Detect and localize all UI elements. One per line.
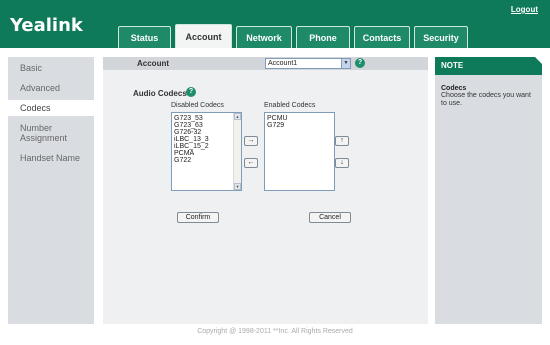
list-item[interactable]: G723_63 <box>172 122 241 129</box>
chevron-down-icon[interactable]: ▼ <box>341 59 350 68</box>
sidebar-item-handset-name[interactable]: Handset Name <box>20 153 80 163</box>
codecs-help-icon[interactable]: ? <box>186 87 196 97</box>
account-help-icon[interactable]: ? <box>355 58 365 68</box>
tab-contacts[interactable]: Contacts <box>354 26 410 48</box>
list-item[interactable]: iLBC_15_2 <box>172 143 241 150</box>
enabled-codecs-list[interactable]: PCMU G729 <box>264 112 335 191</box>
account-select-value: Account1 <box>268 60 298 67</box>
scroll-down-icon[interactable]: ▼ <box>234 183 241 190</box>
audio-codecs-title: Audio Codecs <box>133 89 187 98</box>
footer-copyright: Copyright @ 1998-2011 **Inc. All Rights … <box>197 328 353 335</box>
account-label: Account <box>137 59 169 68</box>
disabled-codecs-list[interactable]: G723_53 G723_63 G726-32 iLBC_13_3 iLBC_1… <box>171 112 242 191</box>
sidebar-item-advanced[interactable]: Advanced <box>20 83 60 93</box>
top-header: Yealink Logout Status Account Network Ph… <box>0 0 550 48</box>
disabled-list-scrollbar[interactable]: ▲ ▼ <box>233 113 241 190</box>
move-right-button[interactable]: → <box>244 136 258 146</box>
note-corner-fold <box>535 57 542 64</box>
note-title: Codecs <box>441 85 467 92</box>
tab-security[interactable]: Security <box>414 26 468 48</box>
enabled-codecs-items: PCMU G729 <box>265 113 334 129</box>
yealink-logo: Yealink <box>10 15 83 36</box>
tab-status[interactable]: Status <box>118 26 171 48</box>
sidebar: Basic Advanced Codecs Number Assignment … <box>8 57 94 324</box>
sidebar-item-number-assignment[interactable]: Number Assignment <box>20 123 90 143</box>
list-item[interactable]: G729 <box>265 122 334 129</box>
cancel-button[interactable]: Cancel <box>309 212 351 223</box>
disabled-codecs-items: G723_53 G723_63 G726-32 iLBC_13_3 iLBC_1… <box>172 113 241 164</box>
enabled-codecs-label: Enabled Codecs <box>264 102 316 109</box>
main-tabs: Status Account Network Phone Contacts Se… <box>118 24 472 48</box>
list-item[interactable]: G726-32 <box>172 129 241 136</box>
tab-network[interactable]: Network <box>236 26 292 48</box>
tab-account[interactable]: Account <box>175 24 232 48</box>
note-panel: NOTE Codecs Choose the codecs you want t… <box>435 57 542 324</box>
list-item[interactable]: iLBC_13_3 <box>172 136 241 143</box>
list-item[interactable]: G722 <box>172 157 241 164</box>
scroll-up-icon[interactable]: ▲ <box>234 113 241 120</box>
note-header: NOTE <box>435 57 542 75</box>
move-up-button[interactable]: ↑ <box>335 136 349 146</box>
list-item[interactable]: PCMA <box>172 150 241 157</box>
move-left-button[interactable]: ← <box>244 158 258 168</box>
disabled-codecs-label: Disabled Codecs <box>171 102 224 109</box>
logout-link[interactable]: Logout <box>511 5 538 14</box>
list-item[interactable]: PCMU <box>265 115 334 122</box>
tab-phone[interactable]: Phone <box>296 26 350 48</box>
confirm-button[interactable]: Confirm <box>177 212 219 223</box>
sidebar-item-codecs[interactable]: Codecs <box>8 100 94 116</box>
account-bar: Account Account1 ▼ ? <box>103 57 428 70</box>
account-select[interactable]: Account1 ▼ <box>265 58 351 69</box>
list-item[interactable]: G723_53 <box>172 115 241 122</box>
sidebar-item-basic[interactable]: Basic <box>20 63 42 73</box>
main-panel: Account Account1 ▼ ? Audio Codecs ? Disa… <box>103 57 428 324</box>
note-text: Choose the codecs you want to use. <box>441 92 531 107</box>
move-down-button[interactable]: ↓ <box>335 158 349 168</box>
